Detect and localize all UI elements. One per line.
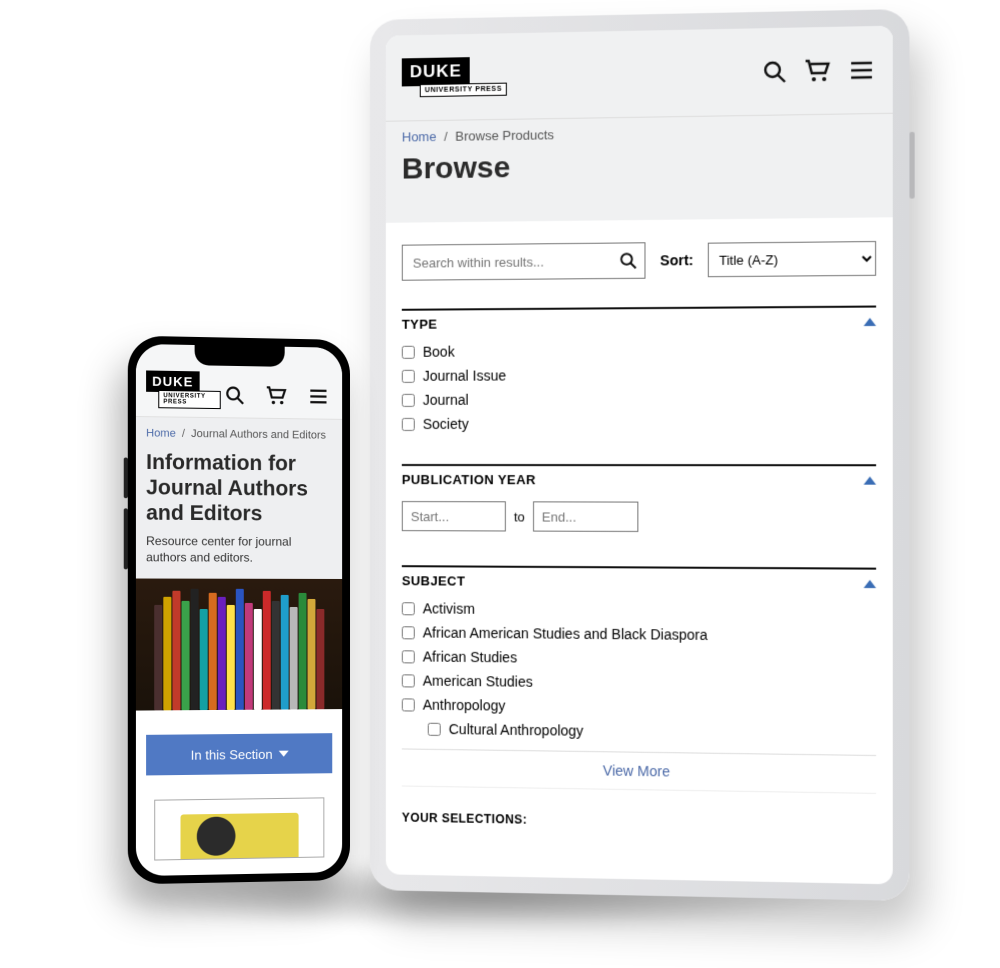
- brand-logo-bottom: UNIVERSITY PRESS: [158, 390, 221, 409]
- search-icon[interactable]: [760, 57, 789, 86]
- card-image: [181, 813, 299, 859]
- checkbox-label: Cultural Anthropology: [449, 721, 584, 739]
- phone-device: DUKE UNIVERSITY PRESS Home / Journal Aut…: [128, 336, 350, 885]
- tablet-device: DUKE UNIVERSITY PRESS Home / Browse Prod…: [370, 9, 909, 901]
- facet-publication-year: PUBLICATION YEAR to: [402, 464, 876, 539]
- brand-logo[interactable]: DUKE UNIVERSITY PRESS: [402, 56, 507, 97]
- search-within-input[interactable]: [402, 242, 646, 280]
- year-end-input[interactable]: [533, 501, 638, 532]
- search-within-icon[interactable]: [619, 251, 637, 269]
- year-start-input[interactable]: [402, 501, 506, 531]
- tablet-topbar: DUKE UNIVERSITY PRESS: [386, 26, 893, 122]
- content-card[interactable]: [154, 798, 324, 861]
- facet-heading: SUBJECT: [402, 573, 465, 588]
- spacer: [136, 709, 342, 735]
- checkbox-label: African American Studies and Black Diasp…: [423, 624, 708, 643]
- checkbox-label: Book: [423, 344, 455, 360]
- facet-heading: PUBLICATION YEAR: [402, 472, 536, 487]
- sort-select[interactable]: Title (A-Z): [708, 241, 876, 277]
- checkbox[interactable]: [402, 602, 415, 615]
- topbar-icons: [221, 381, 332, 411]
- brand-logo-bottom: UNIVERSITY PRESS: [420, 83, 507, 98]
- menu-icon[interactable]: [305, 382, 333, 410]
- phone-breadcrumb: Home / Journal Authors and Editors: [136, 417, 342, 448]
- checkbox[interactable]: [402, 417, 415, 430]
- year-range-row: to: [402, 495, 876, 539]
- phone-notch: [195, 345, 285, 367]
- facet-subject-header[interactable]: SUBJECT: [402, 565, 876, 599]
- checkbox[interactable]: [402, 698, 415, 711]
- phone-screen: DUKE UNIVERSITY PRESS Home / Journal Aut…: [136, 344, 342, 876]
- checkbox-label: African Studies: [423, 648, 517, 665]
- topbar-icons: [760, 55, 876, 86]
- search-sort-row: Sort: Title (A-Z): [402, 240, 876, 281]
- breadcrumb-current: Journal Authors and Editors: [191, 428, 326, 442]
- page-title: Information for Journal Authors and Edit…: [146, 450, 332, 528]
- search-icon[interactable]: [221, 381, 249, 410]
- brand-logo[interactable]: DUKE UNIVERSITY PRESS: [146, 370, 221, 409]
- facet-type-header[interactable]: TYPE: [402, 306, 876, 340]
- checkbox-label: Society: [423, 416, 469, 432]
- books-hero-image: [136, 579, 342, 711]
- facet-type: TYPE Book Journal Issue Journal Society: [402, 306, 876, 436]
- collapse-icon: [864, 579, 876, 587]
- brand-logo-top: DUKE: [402, 57, 470, 86]
- type-option[interactable]: Journal Issue: [402, 362, 876, 388]
- breadcrumb-current: Browse Products: [455, 127, 554, 144]
- breadcrumb-home-link[interactable]: Home: [402, 129, 437, 145]
- subject-option[interactable]: Activism: [402, 596, 876, 624]
- checkbox-label: Journal Issue: [423, 367, 506, 383]
- checkbox[interactable]: [402, 626, 415, 639]
- sort-label: Sort:: [660, 252, 693, 269]
- in-this-section-button[interactable]: In this Section: [146, 733, 332, 775]
- cart-icon[interactable]: [263, 382, 291, 411]
- cart-icon[interactable]: [804, 56, 833, 85]
- search-within-box: [402, 242, 646, 280]
- facet-subject: SUBJECT Activism African American Studie…: [402, 565, 876, 794]
- subject-suboption[interactable]: Cultural Anthropology: [402, 716, 876, 746]
- checkbox-label: Anthropology: [423, 697, 506, 714]
- your-selections-heading: YOUR SELECTIONS:: [402, 811, 876, 833]
- breadcrumb-home-link[interactable]: Home: [146, 427, 176, 440]
- tablet-screen: DUKE UNIVERSITY PRESS Home / Browse Prod…: [386, 26, 893, 885]
- type-option[interactable]: Society: [402, 411, 876, 436]
- view-more-link[interactable]: View More: [402, 749, 876, 792]
- checkbox-label: American Studies: [423, 673, 533, 690]
- page-subtitle: Resource center for journal authors and …: [136, 532, 342, 579]
- type-option[interactable]: Journal: [402, 386, 876, 412]
- page-title: Browse: [386, 141, 893, 222]
- chevron-down-icon: [279, 751, 289, 757]
- facet-footer: View More: [402, 748, 876, 793]
- collapse-icon: [864, 476, 876, 484]
- collapse-icon: [864, 317, 876, 325]
- facet-heading: TYPE: [402, 317, 437, 332]
- menu-icon[interactable]: [847, 55, 876, 84]
- type-option[interactable]: Book: [402, 337, 876, 364]
- breadcrumb-separator: /: [182, 428, 185, 440]
- checkbox[interactable]: [428, 722, 441, 735]
- phone-title-wrap: Information for Journal Authors and Edit…: [136, 445, 342, 533]
- checkbox[interactable]: [402, 369, 415, 382]
- checkbox[interactable]: [402, 674, 415, 687]
- facet-year-header[interactable]: PUBLICATION YEAR: [402, 464, 876, 496]
- section-button-label: In this Section: [191, 746, 273, 762]
- tablet-body: Sort: Title (A-Z) TYPE Book Journal Issu…: [386, 217, 893, 884]
- checkbox[interactable]: [402, 345, 415, 358]
- checkbox-label: Activism: [423, 600, 475, 616]
- checkbox-label: Journal: [423, 392, 469, 408]
- checkbox[interactable]: [402, 650, 415, 663]
- breadcrumb-separator: /: [444, 129, 448, 144]
- year-to-label: to: [514, 509, 525, 524]
- checkbox[interactable]: [402, 393, 415, 406]
